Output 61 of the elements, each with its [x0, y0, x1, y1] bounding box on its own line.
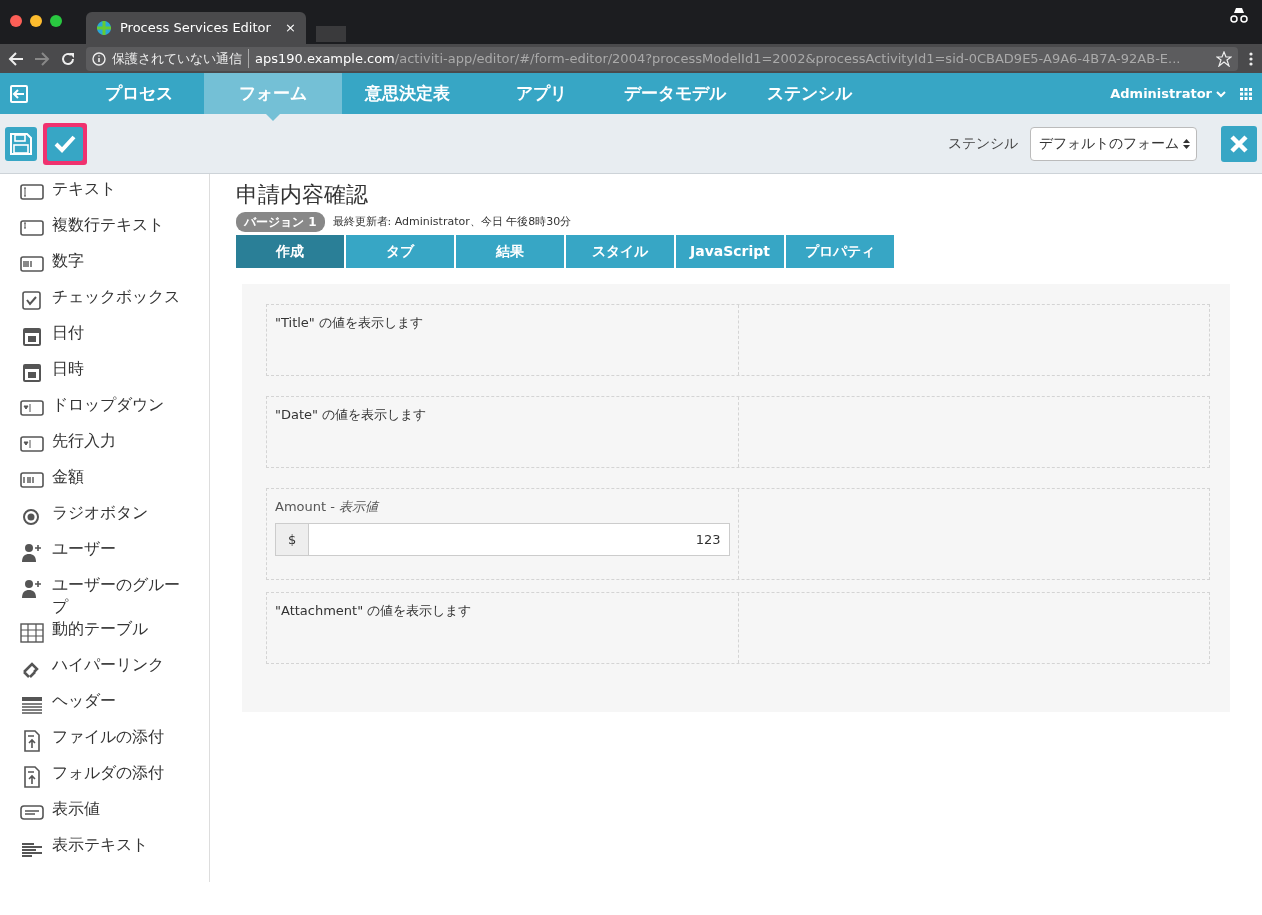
close-icon[interactable]: ×	[285, 18, 296, 38]
palette-item[interactable]: ファイルの添付	[0, 726, 209, 762]
info-icon	[92, 51, 106, 66]
palette-item[interactable]: 動的テーブル	[0, 618, 209, 654]
star-icon[interactable]	[1216, 50, 1232, 67]
security-text: 保護されていない通信	[112, 48, 249, 69]
table-icon	[20, 621, 44, 645]
palette-item[interactable]: ラジオボタン	[0, 502, 209, 538]
palette-item[interactable]: ハイパーリンク	[0, 654, 209, 690]
palette-item[interactable]: ドロップダウン	[0, 394, 209, 430]
close-button[interactable]	[1221, 125, 1257, 162]
exit-icon[interactable]	[8, 82, 30, 105]
checkmark-icon	[54, 133, 76, 154]
palette-item[interactable]: 複数行テキスト	[0, 214, 209, 250]
sort-arrows-icon	[1183, 137, 1190, 150]
browser-tab[interactable]: Process Services Editor ×	[86, 12, 306, 44]
field-label: "Attachment" の値を表示します	[275, 603, 472, 618]
window-close-button[interactable]	[10, 15, 22, 27]
forward-icon[interactable]	[34, 50, 50, 67]
window-minimize-button[interactable]	[30, 15, 42, 27]
stencil-label: ステンシル	[948, 134, 1018, 153]
palette-item[interactable]: ユーザーのグループ	[0, 574, 209, 618]
field-label: Amount - 表示値	[275, 498, 381, 516]
window-zoom-button[interactable]	[50, 15, 62, 27]
last-modified-text: 最終更新者: Administrator、今日 午後8時30分	[332, 213, 572, 230]
user-add-icon	[20, 541, 44, 565]
palette-item[interactable]: 日時	[0, 358, 209, 394]
incognito-icon	[1228, 6, 1250, 24]
menu-icon[interactable]	[1248, 50, 1254, 67]
tab-title: Process Services Editor	[120, 19, 272, 38]
version-label: バージョン 1	[236, 212, 325, 232]
calendar-icon	[20, 361, 44, 385]
user-add-icon	[20, 577, 44, 601]
amount-input[interactable]: $ 123	[275, 522, 730, 556]
palette-item[interactable]: テキスト	[0, 178, 209, 214]
url-text: aps190.example.com/activiti-app/editor/#/form-editor/2004?processModelId1=2002&processActivityId1=sid-0CBAD9E5-A9A6-4B7A-92AB-E...	[255, 49, 1181, 68]
field-label: "Title" の値を表示します	[275, 315, 423, 330]
palette-item[interactable]: チェックボックス	[0, 286, 209, 322]
palette-item[interactable]: 日付	[0, 322, 209, 358]
form-title: 申請内容確認	[236, 181, 369, 209]
apps-grid-icon[interactable]	[1240, 87, 1252, 100]
save-button[interactable]	[5, 126, 37, 161]
stencil-select[interactable]: デフォルトのフォーム	[1030, 126, 1197, 161]
palette-item[interactable]: フォルダの添付	[0, 762, 209, 798]
reload-icon[interactable]	[60, 50, 76, 67]
checkbox-icon	[20, 289, 44, 313]
chevron-icon	[1216, 89, 1226, 98]
palette-item[interactable]: 数字	[0, 250, 209, 286]
calendar-icon	[20, 325, 44, 349]
back-icon[interactable]	[8, 50, 24, 67]
logo-icon	[96, 20, 112, 36]
palette-item[interactable]: 表示テキスト	[0, 834, 209, 870]
palette-item[interactable]: 金額	[0, 466, 209, 502]
field-label: "Date" の値を表示します	[275, 407, 427, 422]
palette-item[interactable]: 表示値	[0, 798, 209, 834]
palette-item[interactable]: ユーザー	[0, 538, 209, 574]
address-bar[interactable]: 保護されていない通信 aps190.example.com/activiti-app/editor/#/form-editor/2004?processModelId1=2002&processActivityId1=sid-0CBAD9E5-A9A6-4B7A-92AB-E...	[86, 46, 1238, 71]
close-icon	[1229, 133, 1249, 154]
form-tab[interactable]: 作成	[236, 235, 344, 268]
palette-item[interactable]: 先行入力	[0, 430, 209, 466]
palette-item[interactable]: ヘッダー	[0, 690, 209, 726]
